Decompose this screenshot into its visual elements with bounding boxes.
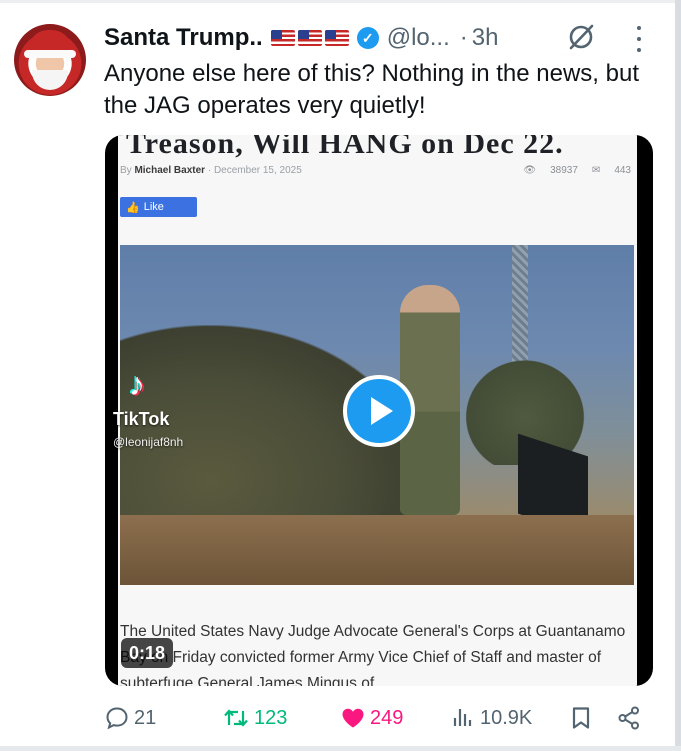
tiktok-logo-icon: ♪ — [129, 366, 145, 402]
tiktok-watermark: TikTok — [113, 409, 170, 429]
article-headline: Treason, Will HANG on Dec 22. — [126, 135, 564, 160]
article-comments: 443 — [614, 165, 631, 176]
play-button-icon[interactable] — [343, 375, 415, 447]
tweet-text: Anyone else here of this? Nothing in the… — [104, 60, 640, 119]
retweet-count: 123 — [254, 706, 288, 729]
avatar[interactable] — [14, 24, 86, 96]
grok-icon[interactable] — [566, 22, 596, 52]
user-handle[interactable]: @lo... — [387, 24, 450, 52]
article-date: December 15, 2025 — [213, 165, 302, 176]
bookmark-icon — [572, 707, 590, 729]
reply-count: 21 — [134, 706, 157, 729]
video-duration: 0:18 — [121, 638, 174, 668]
byline-prefix: By — [120, 165, 132, 176]
avatar-hat-fur — [24, 50, 76, 58]
views-button[interactable]: 10.9K — [450, 700, 532, 736]
share-button[interactable] — [616, 700, 642, 736]
heart-icon — [342, 708, 364, 728]
article-byline: By Michael Baxter · December 15, 2025 — [120, 165, 302, 176]
flag-icon — [324, 30, 349, 46]
view-count: 10.9K — [480, 706, 533, 729]
top-edge — [0, 0, 681, 3]
article-stats: 👁 38937 ✉ 443 — [523, 165, 631, 176]
like-label: Like — [143, 201, 164, 213]
retweet-icon — [224, 709, 248, 727]
tweet-actions: 21 123 249 10.9K — [104, 700, 649, 736]
byline-dash: · — [207, 165, 212, 176]
display-name[interactable]: Santa Trump.. — [104, 24, 263, 52]
video-player[interactable]: Treason, Will HANG on Dec 22. By Michael… — [105, 135, 653, 686]
comment-icon: ✉ — [591, 165, 601, 176]
floor — [120, 515, 634, 585]
flag-icon — [270, 30, 295, 46]
verified-badge-icon[interactable]: ✓ — [356, 27, 379, 49]
avatar-beard — [32, 70, 68, 90]
reply-button[interactable]: 21 — [104, 700, 156, 736]
flag-icon — [297, 30, 322, 46]
views-chart-icon — [453, 709, 472, 726]
share-icon — [618, 706, 639, 730]
article-author: Michael Baxter — [134, 165, 206, 176]
like-button[interactable]: 249 — [340, 700, 403, 736]
time-separator: · — [459, 24, 468, 51]
like-count: 249 — [370, 706, 404, 729]
more-options-icon[interactable] — [627, 26, 651, 52]
tiktok-username: @leonijaf8nh — [113, 435, 184, 449]
reply-icon — [106, 707, 128, 730]
tweet-header: Santa Trump.. ✓ @lo... · 3h — [104, 22, 498, 54]
article-views: 38937 — [550, 165, 578, 176]
thumbs-up-icon: 👍 — [126, 201, 140, 214]
scrollbar-track[interactable] — [675, 0, 681, 751]
facebook-like-button: 👍 Like — [120, 197, 197, 217]
us-flag-icon — [270, 30, 349, 46]
tweet-time[interactable]: 3h — [472, 24, 499, 52]
bookmark-button[interactable] — [568, 700, 594, 736]
retweet-button[interactable]: 123 — [222, 700, 287, 736]
bottom-edge — [0, 746, 681, 751]
article-caption: The United States Navy Judge Advocate Ge… — [120, 623, 626, 686]
eye-icon: 👁 — [523, 165, 537, 176]
